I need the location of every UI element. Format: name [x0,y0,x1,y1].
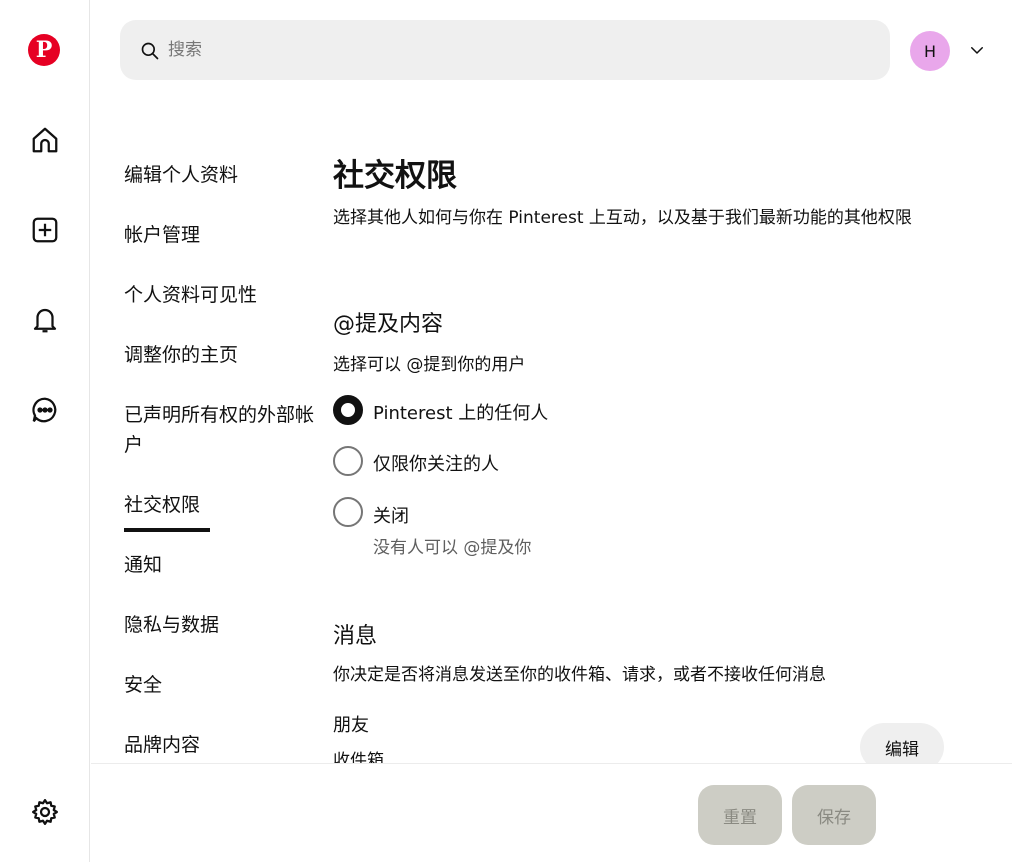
nav-item-edit-profile[interactable]: 编辑个人资料 [124,160,238,190]
create-icon[interactable] [29,214,61,246]
account-menu-chevron-down-icon[interactable] [967,40,987,60]
nav-item-claimed-accounts[interactable]: 已声明所有权的外部帐户 [124,400,324,460]
left-rail: P [0,0,90,862]
search-icon [141,42,159,60]
nav-item-security[interactable]: 安全 [124,670,162,700]
mentions-subtitle: 选择可以 @提到你的用户 [333,355,526,375]
pinterest-logo-icon[interactable]: P [28,34,60,66]
nav-item-privacy-data[interactable]: 隐私与数据 [124,610,219,640]
mention-anyone-label[interactable]: Pinterest 上的任何人 [373,399,548,425]
nav-item-profile-visibility[interactable]: 个人资料可见性 [124,280,257,310]
nav-item-account-management[interactable]: 帐户管理 [124,220,200,250]
avatar-initial: H [923,41,937,61]
page-title: 社交权限 [333,158,457,194]
messages-friends-label: 朋友 [333,715,369,736]
mention-off-radio[interactable] [333,497,363,527]
save-button[interactable]: 保存 [792,785,876,845]
mention-following-radio[interactable] [333,446,363,476]
nav-active-indicator [124,528,210,532]
mention-off-help: 没有人可以 @提及你 [373,538,532,558]
nav-item-branded-content[interactable]: 品牌内容 [124,730,200,760]
home-icon[interactable] [29,124,61,156]
search-bar [120,20,890,80]
notifications-bell-icon[interactable] [29,304,61,336]
mention-following-label[interactable]: 仅限你关注的人 [373,450,499,476]
mention-anyone-radio[interactable] [333,395,363,425]
avatar[interactable]: H [910,31,950,71]
messages-heading: 消息 [333,624,378,649]
search-input[interactable] [168,34,878,66]
messages-icon[interactable] [29,394,61,426]
nav-item-tune-home-feed[interactable]: 调整你的主页 [124,340,238,370]
nav-item-social-permissions[interactable]: 社交权限 [124,490,200,520]
mention-off-label[interactable]: 关闭 [373,502,409,528]
mentions-heading: @提及内容 [333,312,444,337]
reset-button[interactable]: 重置 [698,785,782,845]
footer-bar: 重置 保存 [91,763,1012,862]
page-description: 选择其他人如何与你在 Pinterest 上互动，以及基于我们最新功能的其他权限 [333,208,912,228]
nav-item-notifications[interactable]: 通知 [124,550,162,580]
settings-gear-icon[interactable] [29,796,61,828]
messages-description: 你决定是否将消息发送至你的收件箱、请求，或者不接收任何消息 [333,665,826,685]
